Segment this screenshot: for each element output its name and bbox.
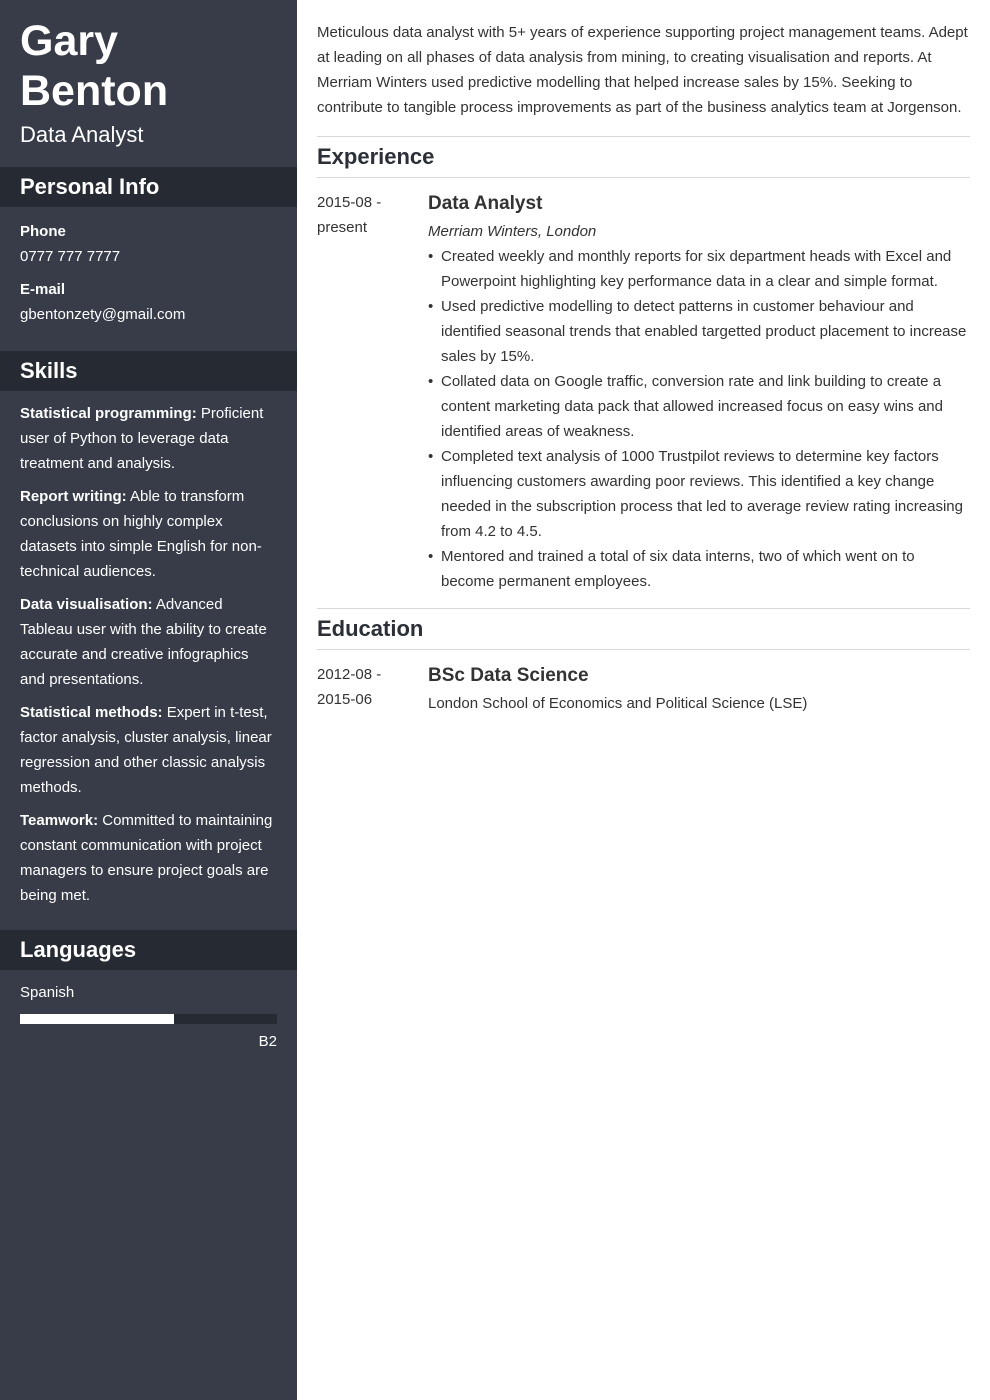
experience-heading: Experience xyxy=(317,144,435,169)
education-heading: Education xyxy=(317,616,424,641)
bullet-icon: • xyxy=(428,448,434,465)
section-divider xyxy=(317,649,970,650)
skill-name: Statistical programming: xyxy=(20,405,197,422)
date-end: 2015-06 xyxy=(317,691,373,708)
bullet-text: Completed text analysis of 1000 Trustpil… xyxy=(441,448,963,540)
languages-section: Spanish B2 xyxy=(0,970,297,1054)
personal-info-section: Phone 0777 777 7777 E-mail gbentonzety@g… xyxy=(0,207,297,351)
bullet-icon: • xyxy=(428,373,434,390)
personal-info-heading: Personal Info xyxy=(0,167,297,207)
skill-item: Statistical programming: Proficient user… xyxy=(20,401,277,476)
email-value: gbentonzety@gmail.com xyxy=(20,306,186,323)
company-location: Merriam Winters, London xyxy=(428,223,597,240)
list-item: • Created weekly and monthly reports for … xyxy=(428,244,970,294)
school-name: London School of Economics and Political… xyxy=(428,695,808,712)
phone-label: Phone xyxy=(20,223,66,240)
date-start: 2015-08 - xyxy=(317,194,382,211)
skill-name: Teamwork: xyxy=(20,812,99,829)
list-item: • Completed text analysis of 1000 Trustpi… xyxy=(428,444,970,544)
list-item: • Collated data on Google traffic, conver… xyxy=(428,369,970,444)
date-end: present xyxy=(317,219,368,236)
skill-name: Statistical methods: xyxy=(20,704,163,721)
skill-item: Data visualisation: Advanced Tableau use… xyxy=(20,592,277,692)
skills-section: Statistical programming: Proficient user… xyxy=(0,391,297,930)
language-name: Spanish xyxy=(20,984,75,1001)
skill-item: Report writing: Able to transform conclu… xyxy=(20,484,277,584)
education-dates: 2012-08 - 2015-06 xyxy=(317,662,428,716)
education-details: BSc Data Science London School of Econom… xyxy=(428,662,970,716)
experience-dates: 2015-08 - present xyxy=(317,190,428,594)
candidate-title: Data Analyst xyxy=(20,122,144,147)
languages-heading: Languages xyxy=(0,930,297,970)
skill-item: Teamwork: Committed to maintaining const… xyxy=(20,808,277,908)
sidebar: Gary Benton Data Analyst Personal Info P… xyxy=(0,0,297,1400)
skills-heading: Skills xyxy=(0,351,297,391)
bullet-icon: • xyxy=(428,548,434,565)
education-entry: 2012-08 - 2015-06 BSc Data Science Londo… xyxy=(317,662,970,716)
experience-details: Data Analyst Merriam Winters, London • Cr… xyxy=(428,190,970,594)
bullet-text: Used predictive modelling to detect patt… xyxy=(441,298,967,365)
skill-name: Data visualisation: xyxy=(20,596,153,613)
date-start: 2012-08 - xyxy=(317,666,382,683)
language-proficiency-fill xyxy=(20,1014,175,1024)
candidate-name: Gary Benton xyxy=(20,17,169,115)
bullet-icon: • xyxy=(428,248,434,265)
profile-summary: Meticulous data analyst with 5+ years of… xyxy=(317,24,968,116)
email-label: E-mail xyxy=(20,281,66,298)
list-item: • Mentored and trained a total of six dat… xyxy=(428,544,970,594)
section-divider xyxy=(317,177,970,178)
bullet-icon: • xyxy=(428,298,434,315)
responsibilities-list: • Created weekly and monthly reports for … xyxy=(428,244,970,594)
main-content: Meticulous data analyst with 5+ years of… xyxy=(317,0,970,716)
language-proficiency-bar xyxy=(20,1014,277,1024)
job-title: Data Analyst xyxy=(428,193,543,214)
bullet-text: Created weekly and monthly reports for s… xyxy=(441,248,952,290)
experience-entry: 2015-08 - present Data Analyst Merriam W… xyxy=(317,190,970,594)
skill-item: Statistical methods: Expert in t-test, f… xyxy=(20,700,277,800)
degree-title: BSc Data Science xyxy=(428,665,589,686)
bullet-text: Mentored and trained a total of six data… xyxy=(441,548,915,590)
phone-value: 0777 777 7777 xyxy=(20,248,121,265)
bullet-text: Collated data on Google traffic, convers… xyxy=(441,373,943,440)
skill-name: Report writing: xyxy=(20,488,127,505)
list-item: • Used predictive modelling to detect pat… xyxy=(428,294,970,369)
language-level: B2 xyxy=(258,1033,277,1050)
